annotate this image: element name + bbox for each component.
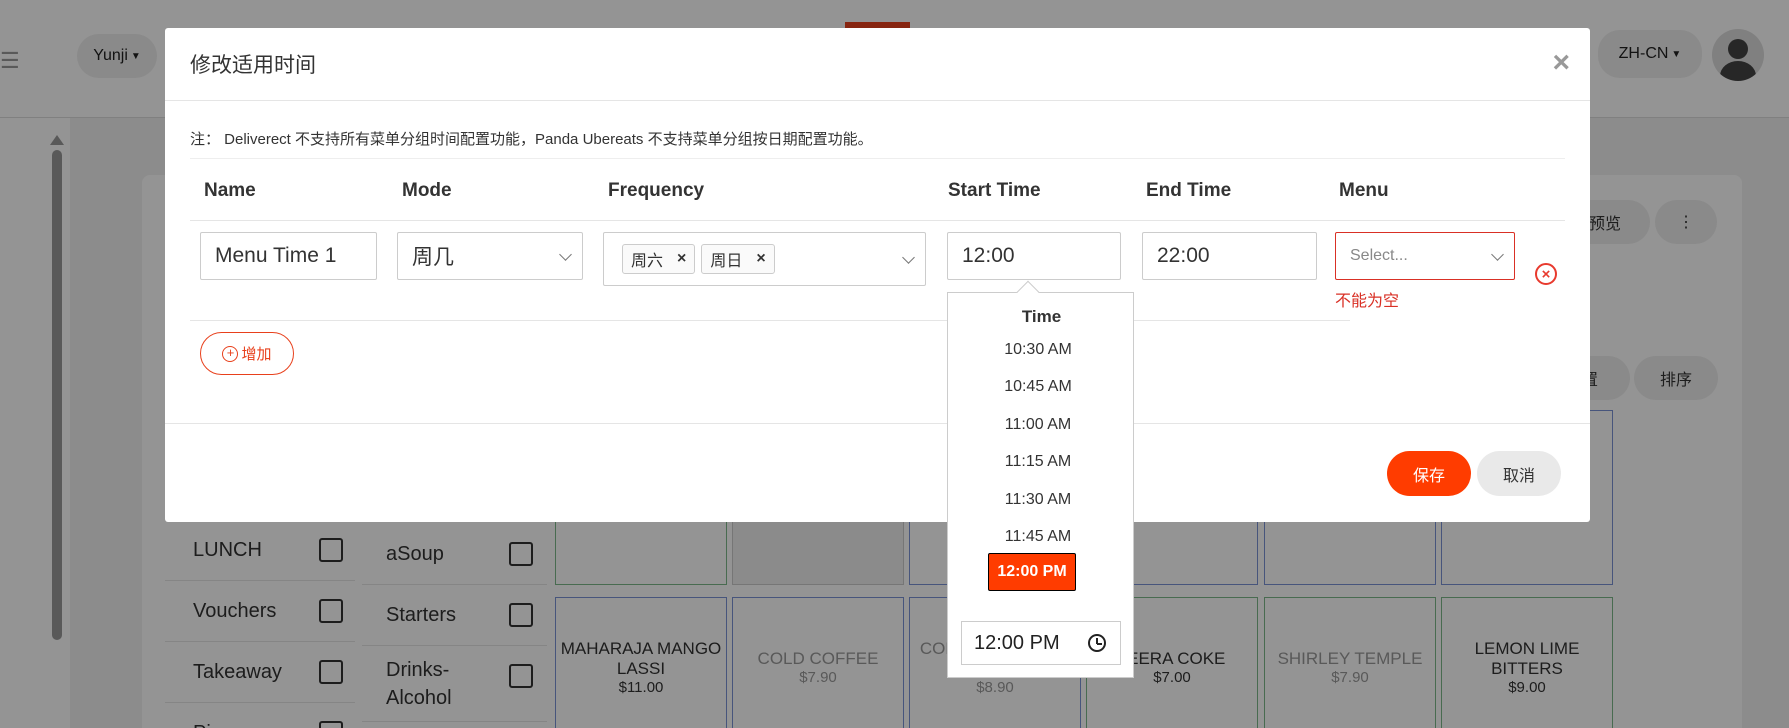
time-picker-dropdown: Time 10:30 AM 10:45 AM 11:00 AM 11:15 AM… (947, 280, 1134, 678)
time-option[interactable]: 11:00 AM (948, 416, 1128, 434)
frequency-multiselect[interactable]: 周六 × 周日 × (603, 232, 926, 286)
column-header-name: Name (204, 180, 256, 201)
frequency-tag-label: 周六 (631, 253, 664, 270)
chevron-down-icon (1491, 248, 1504, 261)
remove-row-icon[interactable]: × (1535, 263, 1557, 285)
column-header-menu: Menu (1339, 180, 1389, 201)
time-option[interactable]: 11:15 AM (948, 453, 1128, 471)
column-header-frequency: Frequency (608, 180, 705, 201)
column-header-start-time: Start Time (948, 180, 1041, 201)
save-button-label: 保存 (1412, 467, 1445, 485)
mode-select[interactable]: 周几 (397, 232, 583, 280)
time-option-selected[interactable]: 12:00 PM (988, 553, 1076, 591)
close-icon[interactable]: × (1552, 46, 1570, 80)
modal-header: 修改适用时间 × (165, 28, 1590, 101)
add-button-label: 增加 (241, 346, 272, 363)
chevron-down-icon (902, 251, 915, 264)
divider (165, 423, 1590, 424)
time-option[interactable]: 10:30 AM (948, 341, 1128, 359)
time-text-value: 12:00 PM (974, 631, 1060, 654)
chevron-down-icon (559, 248, 572, 261)
name-input[interactable]: Menu Time 1 (200, 232, 377, 280)
save-button[interactable]: 保存 (1387, 451, 1471, 496)
end-time-value: 22:00 (1157, 244, 1210, 267)
time-option[interactable]: 10:45 AM (948, 378, 1128, 396)
time-picker-title: Time (1021, 307, 1062, 326)
divider (190, 158, 1565, 159)
add-button[interactable]: + 增加 (200, 332, 294, 375)
remove-tag-icon[interactable]: × (756, 250, 765, 268)
column-header-mode: Mode (402, 180, 452, 201)
modal-note: 注： Deliverect 不支持所有菜单分组时间配置功能，Panda Uber… (190, 131, 873, 148)
frequency-tag-label: 周日 (710, 253, 743, 270)
frequency-tag: 周六 × (622, 244, 696, 274)
time-option[interactable]: 11:30 AM (948, 491, 1128, 509)
menu-error-message: 不能为空 (1335, 293, 1400, 310)
menu-select[interactable]: Select... (1335, 232, 1515, 280)
divider (190, 320, 1350, 321)
modal-title: 修改适用时间 (190, 54, 316, 77)
end-time-input[interactable]: 22:00 (1142, 232, 1317, 280)
cancel-button-label: 取消 (1502, 467, 1535, 485)
start-time-input[interactable]: 12:00 (947, 232, 1121, 280)
edit-time-modal: 修改适用时间 × 注： Deliverect 不支持所有菜单分组时间配置功能，P… (165, 28, 1590, 522)
frequency-tag: 周日 × (701, 244, 775, 274)
name-input-value: Menu Time 1 (215, 244, 337, 267)
column-header-end-time: End Time (1146, 180, 1232, 201)
menu-select-placeholder: Select... (1350, 247, 1408, 264)
time-option[interactable]: 11:45 AM (948, 528, 1128, 546)
divider (190, 220, 1565, 221)
mode-select-value: 周几 (412, 246, 454, 269)
remove-tag-icon[interactable]: × (677, 250, 686, 268)
clock-icon[interactable] (1088, 634, 1106, 652)
start-time-value: 12:00 (962, 244, 1015, 267)
plus-circle-icon: + (222, 345, 239, 362)
cancel-button[interactable]: 取消 (1477, 451, 1561, 496)
time-text-input[interactable]: 12:00 PM (961, 621, 1121, 665)
